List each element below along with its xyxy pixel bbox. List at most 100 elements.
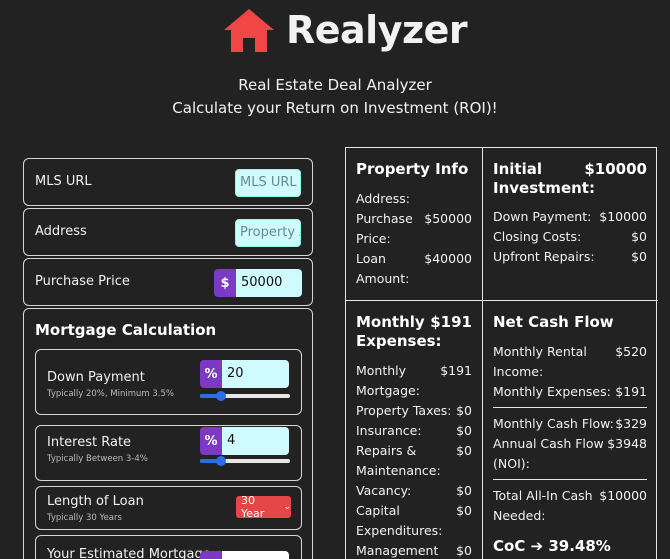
address-field: Address Property A [23,208,313,256]
estimated-mortgage-input[interactable] [222,551,289,559]
loan-length-card: Length of Loan Typically 30 Years 30 Yea… [35,486,302,530]
down-payment-card: Down Payment Typically 20%, Minimum 3.5%… [35,349,302,415]
down-payment-summary-label: Down Payment: [493,209,592,224]
mls-url-input[interactable]: MLS URL [235,169,301,197]
house-icon [224,9,274,52]
initial-investment-card: Initial Investment: $10000 Down Payment:… [483,148,658,300]
interest-rate-slider[interactable] [200,456,290,466]
property-taxes-label: Property Taxes: [356,403,452,418]
divider [493,407,647,408]
property-taxes-value: $0 [456,403,472,418]
property-info-card: Property Info Address: Purchase Price: $… [346,148,482,300]
mortgage-title: Mortgage Calculation [35,321,217,339]
down-payment-label: Down Payment [47,370,145,385]
tagline: Calculate your Return on Investment (ROI… [172,99,498,117]
interest-rate-input[interactable]: 4 [222,427,289,455]
initial-investment-title-1: Initial [493,160,542,178]
monthly-expenses-title-2: Expenses: [356,332,442,350]
annual-cash-flow-value: $3948 [607,436,647,451]
loan-length-label: Length of Loan [47,494,144,509]
interest-rate-group: % 4 [200,427,289,455]
repairs-value: $0 [456,443,472,458]
monthly-expenses-card: Monthly Expenses: $191 Monthly Mortgage:… [346,301,482,559]
percent-prefix: % [200,427,222,455]
initial-investment-total: $10000 [584,160,647,178]
interest-rate-card: Interest Rate Typically Between 3-4% % 4 [35,425,302,481]
monthly-cash-flow-label: Monthly Cash Flow: [493,416,614,431]
purchase-price-group: $ 50000 [214,269,302,297]
purchase-price-field: Purchase Price $ 50000 [23,258,313,306]
monthly-expenses-total: $191 [430,313,472,331]
divider [493,479,647,480]
monthly-expenses-summary-label: Monthly Expenses: [493,384,611,399]
down-payment-summary-value: $10000 [599,209,647,224]
purchase-price-summary-label-2: Price: [356,231,391,246]
capex-label: Capital [356,503,400,518]
property-info-title: Property Info [356,160,469,178]
monthly-mortgage-label-2: Mortgage: [356,383,420,398]
down-payment-hint: Typically 20%, Minimum 3.5% [47,389,174,399]
purchase-price-input[interactable]: 50000 [236,269,302,297]
coc-return: CoC ➔ 39.48% [493,537,611,555]
monthly-mortgage-label: Monthly [356,363,407,378]
down-payment-input[interactable]: 20 [222,360,289,388]
initial-investment-title-2: Investment: [493,179,595,197]
down-payment-slider[interactable] [200,391,290,401]
vacancy-value: $0 [456,483,472,498]
net-cash-flow-card: Net Cash Flow Monthly Rental Income: $52… [483,301,658,559]
monthly-expenses-title-1: Monthly [356,313,425,331]
all-in-cash-value: $10000 [599,488,647,503]
summary-grid: Property Info Address: Purchase Price: $… [345,147,658,559]
app-title: Realyzer [286,8,468,52]
capex-label-2: Expenditures: [356,523,443,538]
percent-prefix: % [200,360,222,388]
loan-length-hint: Typically 30 Years [47,513,122,523]
address-input[interactable]: Property A [235,219,301,247]
insurance-value: $0 [456,423,472,438]
down-payment-group: % 20 [200,360,289,388]
brand: Realyzer [222,4,468,56]
insurance-label: Insurance: [356,423,422,438]
closing-costs-label: Closing Costs: [493,229,582,244]
mls-url-field: MLS URL MLS URL [23,158,313,206]
management-value: $0 [456,543,472,558]
upfront-repairs-value: $0 [631,249,647,264]
loan-amount-value: $40000 [424,251,472,266]
rental-income-label: Monthly Rental [493,344,587,359]
rental-income-label-2: Income: [493,364,544,379]
estimated-mortgage-card: Your Estimated Mortgage [35,535,302,559]
capex-value: $0 [456,503,472,518]
mls-url-label: MLS URL [35,174,92,189]
all-in-cash-label: Total All-In Cash [493,488,593,503]
subtitle: Real Estate Deal Analyzer [238,76,432,94]
loan-amount-label: Loan [356,251,386,266]
purchase-price-summary-label: Purchase [356,211,413,226]
closing-costs-value: $0 [631,229,647,244]
all-in-cash-label-2: Needed: [493,508,546,523]
loan-length-select[interactable]: 30 Year ⌄ [236,494,291,520]
upfront-repairs-label: Upfront Repairs: [493,249,595,264]
estimated-mortgage-label: Your Estimated Mortgage [47,547,211,559]
repairs-label-2: Maintenance: [356,463,441,478]
purchase-price-label: Purchase Price [35,274,130,289]
annual-cash-flow-label: Annual Cash Flow [493,436,604,451]
monthly-expenses-summary-value: $191 [615,384,647,399]
interest-rate-hint: Typically Between 3-4% [47,454,148,464]
loan-amount-label-2: Amount: [356,271,410,286]
dollar-prefix: $ [214,269,236,297]
mortgage-calculation-card: Mortgage Calculation Down Payment Typica… [23,308,313,559]
repairs-label: Repairs & [356,443,417,458]
estimated-prefix [200,551,222,559]
address-summary-label: Address: [356,191,410,206]
management-label: Management [356,543,439,558]
vacancy-label: Vacancy: [356,483,412,498]
rental-income-value: $520 [615,344,647,359]
address-label: Address [35,224,87,239]
interest-rate-label: Interest Rate [47,435,132,450]
annual-cash-flow-label-2: (NOI): [493,456,530,471]
net-cash-flow-title: Net Cash Flow [493,313,614,331]
monthly-mortgage-value: $191 [440,363,472,378]
purchase-price-summary-value: $50000 [424,211,472,226]
chevron-down-icon: ⌄ [283,502,291,512]
loan-length-value: 30 Year [241,494,265,520]
